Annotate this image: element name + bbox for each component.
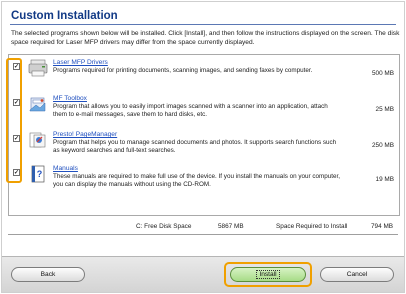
title-divider xyxy=(10,24,396,25)
printer-icon xyxy=(28,59,48,77)
program-row-mf-toolbox: ✓ MF Toolbox Program that allows you to … xyxy=(8,94,400,130)
program-size: 250 MB xyxy=(371,142,394,149)
program-name[interactable]: Laser MFP Drivers xyxy=(53,59,108,66)
program-name[interactable]: MF Toolbox xyxy=(53,95,87,102)
footer-divider xyxy=(8,234,398,235)
program-row-laser-mfp-drivers: ✓ Laser MFP Drivers Programs required fo… xyxy=(8,58,400,94)
program-description: Program that allows you to easily import… xyxy=(53,103,328,119)
free-disk-label: C: Free Disk Space xyxy=(136,223,192,230)
checkbox-column-highlight xyxy=(6,58,22,183)
program-row-manuals: ✓ ? Manuals These manuals are required t… xyxy=(8,164,400,200)
program-row-presto-pagemanager: ✓ Presto! PageManager Program that helps… xyxy=(8,130,400,166)
toolbox-icon xyxy=(29,97,46,112)
program-name[interactable]: Manuals xyxy=(53,165,78,172)
manual-book-icon: ? xyxy=(31,165,45,183)
program-description: Programs required for printing documents… xyxy=(53,67,313,74)
program-description: Program that helps you to manage scanned… xyxy=(53,139,337,155)
page-manager-icon xyxy=(29,132,46,148)
required-space-value: 794 MB xyxy=(371,223,394,230)
intro-text: The selected programs shown below will b… xyxy=(11,30,400,46)
program-size: 500 MB xyxy=(371,70,394,77)
program-description: These manuals are required to make full … xyxy=(53,173,341,189)
svg-text:?: ? xyxy=(37,169,43,179)
page-title: Custom Installation xyxy=(11,10,118,22)
required-space-label: Space Required to Install xyxy=(276,223,348,230)
back-button[interactable]: Back xyxy=(11,267,85,282)
install-button-label: Install xyxy=(256,270,280,279)
cancel-button[interactable]: Cancel xyxy=(320,267,394,282)
program-size: 25 MB xyxy=(375,106,394,113)
program-name[interactable]: Presto! PageManager xyxy=(53,131,117,138)
program-size: 19 MB xyxy=(375,176,394,183)
free-disk-value: 5867 MB xyxy=(218,223,244,230)
install-button[interactable]: Install xyxy=(230,267,306,282)
